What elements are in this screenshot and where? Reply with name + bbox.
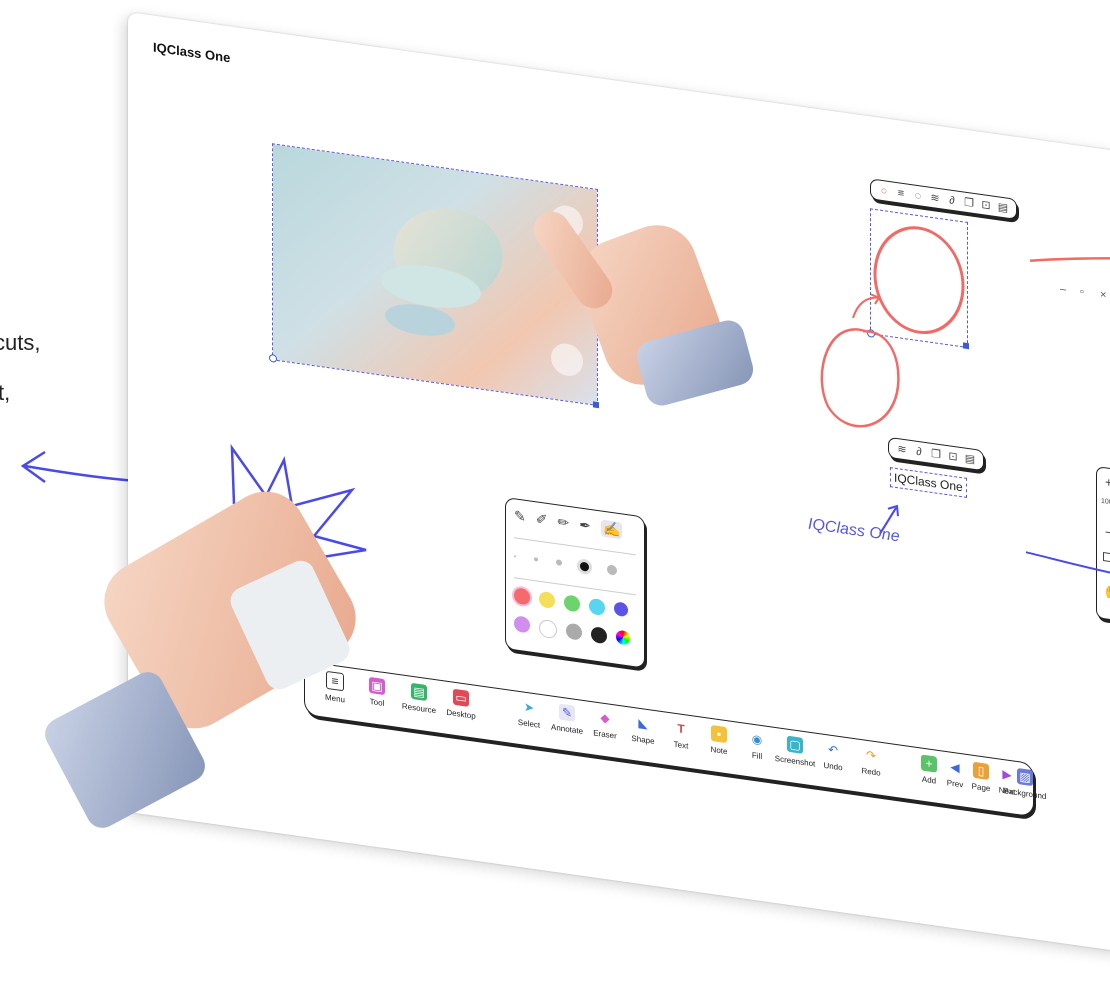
undo-icon: ↶ [825, 740, 841, 760]
divider [514, 537, 636, 556]
text-icon: T [673, 719, 689, 738]
color-swatch-black[interactable] [591, 626, 607, 645]
color-swatch-blue[interactable] [614, 601, 628, 618]
toolbox-icon: ▣ [369, 676, 385, 696]
pencil-icon: ✎ [559, 703, 575, 722]
copy-icon[interactable]: ❐ [963, 195, 975, 210]
stroke-size-row [514, 551, 617, 576]
maximize-button[interactable]: ▫ [1080, 286, 1084, 299]
side-text-line-2: t, [0, 380, 11, 405]
size-option-selected[interactable] [580, 561, 589, 572]
folder-icon: ▤ [411, 682, 427, 702]
resize-handle[interactable] [963, 342, 969, 350]
menu-icon: ≡ [326, 670, 344, 692]
size-option[interactable] [514, 555, 516, 558]
fill-icon[interactable]: ◌ [912, 189, 924, 203]
zoom-panel: + 100% − ✋ [1096, 466, 1110, 624]
zoom-out-button[interactable]: − [1105, 524, 1110, 540]
background-icon: ▨ [1017, 767, 1033, 787]
layers-icon[interactable]: ≋ [896, 442, 908, 457]
background-button[interactable]: ▨ Background [1001, 766, 1049, 802]
trash-icon[interactable]: ▤ [964, 451, 976, 466]
size-option[interactable] [534, 557, 538, 562]
screenshot-icon: ▢ [787, 735, 803, 754]
paint-bucket-icon: ◉ [749, 730, 765, 749]
color-picker-icon[interactable] [616, 629, 630, 646]
zoom-level: 100% [1101, 497, 1110, 508]
highlighter-icon[interactable]: ✏ [557, 513, 569, 532]
minimize-button[interactable]: – [1060, 283, 1066, 296]
triangle-icon: ◣ [635, 714, 651, 733]
pen-settings-panel: ✎ ✐ ✏ ✒ ✍ [505, 496, 645, 669]
color-swatch-yellow[interactable] [539, 590, 555, 610]
pen-type-row: ✎ ✐ ✏ ✒ ✍ [514, 507, 623, 540]
color-swatch-gray[interactable] [566, 622, 582, 641]
rotate-handle[interactable] [269, 353, 277, 363]
close-button[interactable]: × [1100, 289, 1106, 302]
size-option[interactable] [607, 564, 617, 576]
resize-handle[interactable] [593, 401, 599, 409]
lock-icon[interactable]: ⊡ [980, 198, 992, 213]
tool-button[interactable]: ▣ Tool [353, 675, 401, 711]
bottom-toolbar: ≡ Menu ▣ Tool ▤ Resource ▭ Desktop ➤ Sel… [304, 660, 1046, 818]
desktop-button[interactable]: ▭ Desktop [437, 686, 485, 722]
marker-icon[interactable]: ✐ [536, 510, 548, 529]
circle-outline-icon[interactable]: ○ [878, 184, 890, 198]
zoom-in-button[interactable]: + [1105, 474, 1110, 490]
resource-button[interactable]: ▤ Resource [395, 681, 443, 717]
monitor-icon: ▭ [453, 688, 469, 707]
color-swatch-cyan[interactable] [589, 597, 605, 617]
side-text-line-1: cuts, [0, 330, 41, 355]
layers-icon[interactable]: ≋ [929, 191, 941, 206]
size-option[interactable] [556, 559, 562, 566]
redo-icon: ↷ [863, 746, 879, 765]
lock-icon[interactable]: ⊡ [947, 449, 959, 464]
cursor-icon: ➤ [521, 698, 537, 717]
red-stroke [1029, 256, 1110, 263]
eraser-icon: ◆ [597, 708, 613, 728]
hand-pan-icon[interactable]: ✋ [1103, 584, 1110, 600]
link-icon[interactable]: ∂ [913, 445, 925, 459]
touch-point [551, 341, 583, 378]
text-object-toolbar: ≋ ∂ ❐ ⊡ ▤ [888, 436, 984, 472]
color-swatch-green[interactable] [564, 594, 580, 613]
calligraphy-pen-icon[interactable]: ✒ [579, 516, 591, 535]
trash-icon[interactable]: ▤ [997, 200, 1009, 215]
copy-icon[interactable]: ❐ [930, 447, 942, 462]
sticky-note-icon: ▪ [711, 724, 727, 744]
link-icon[interactable]: ∂ [946, 193, 958, 207]
magic-pen-icon[interactable]: ✍ [600, 519, 623, 540]
hand-drawn-circle [820, 293, 900, 428]
redo-button[interactable]: ↷ Redo [847, 744, 895, 780]
pen-icon[interactable]: ✎ [514, 507, 526, 526]
menu-button[interactable]: ≡ Menu [311, 669, 359, 707]
color-row-1 [514, 587, 628, 619]
color-row-2 [514, 615, 630, 649]
app-title: IQClass One [153, 39, 231, 66]
image-object[interactable] [269, 143, 599, 409]
color-swatch-red[interactable] [514, 587, 530, 606]
line-weight-icon[interactable]: ≡ [895, 186, 907, 200]
color-swatch-purple[interactable] [514, 615, 530, 634]
text-object[interactable]: IQClass One [890, 467, 967, 498]
color-swatch-white[interactable] [539, 618, 557, 640]
